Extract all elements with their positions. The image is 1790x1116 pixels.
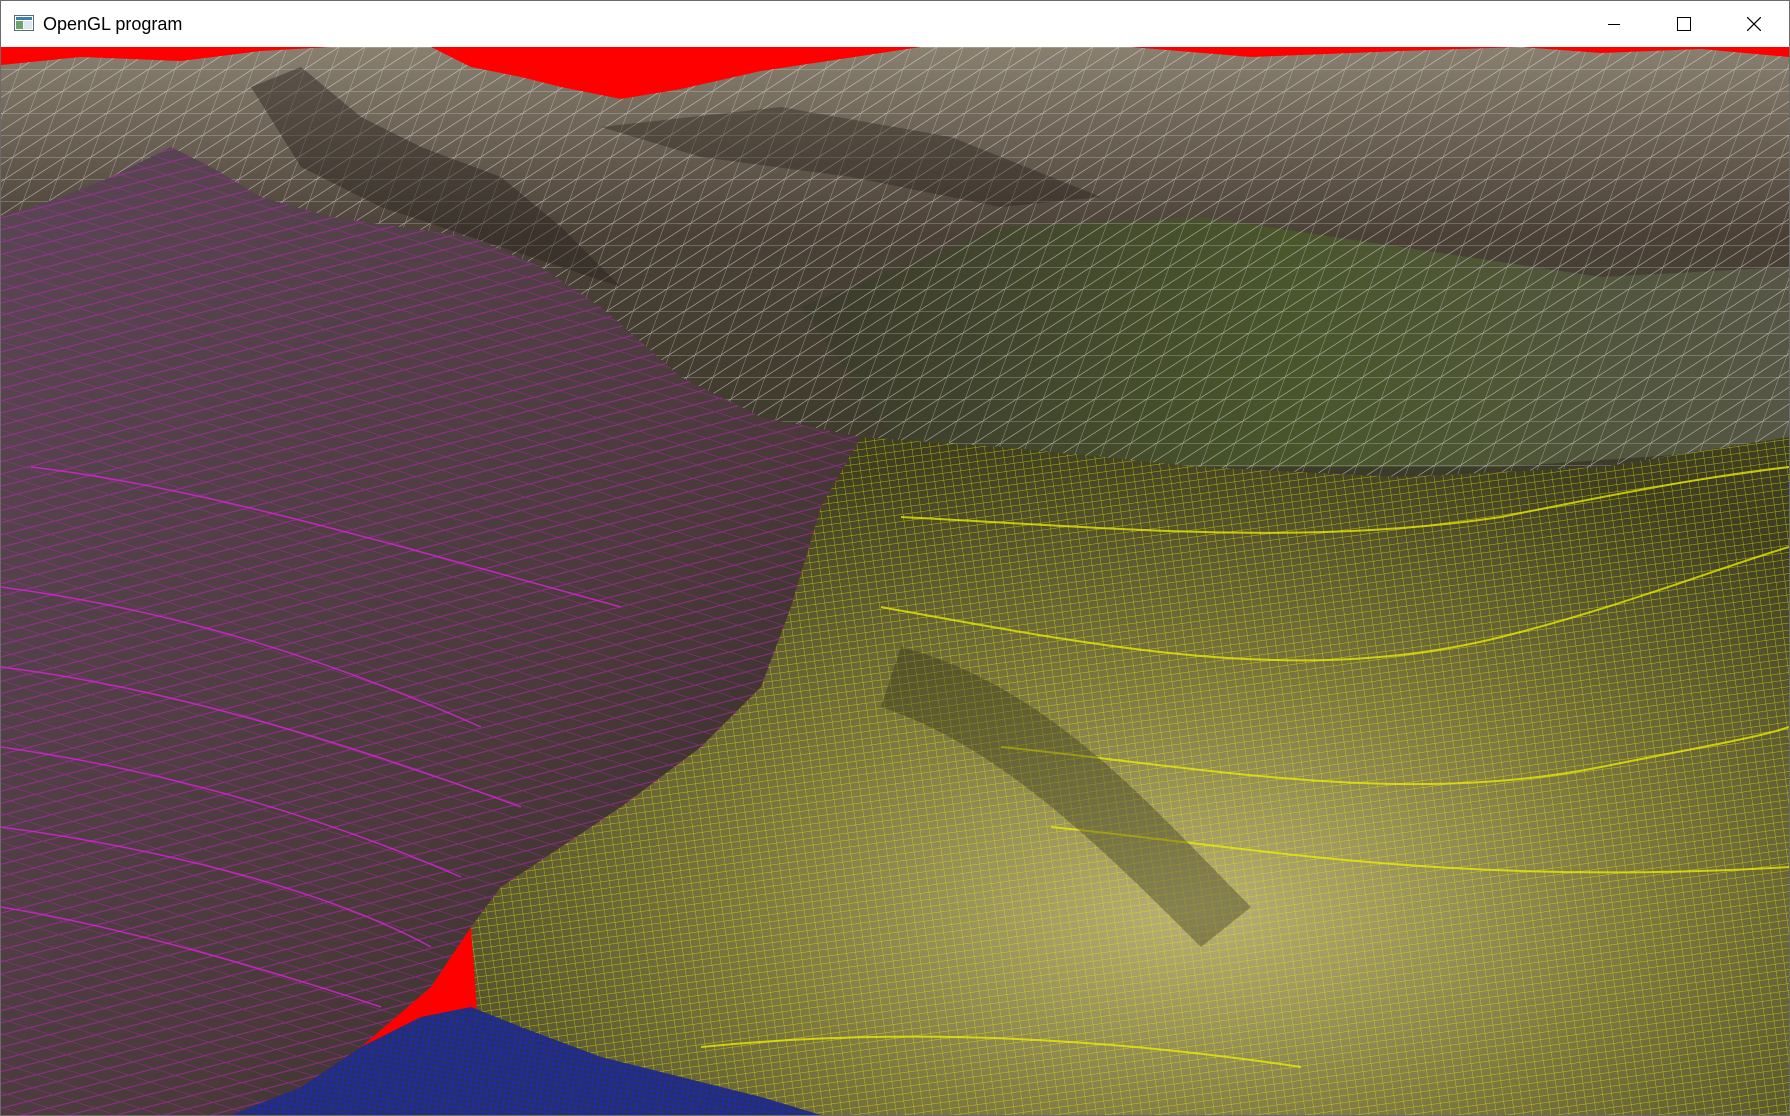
app-icon [14, 15, 34, 31]
close-icon [1747, 17, 1761, 31]
minimize-icon [1608, 24, 1620, 25]
title-bar[interactable]: OpenGL program [1, 1, 1789, 47]
terrain-render [1, 47, 1789, 1115]
maximize-button[interactable] [1649, 1, 1719, 47]
close-button[interactable] [1719, 1, 1789, 47]
window-title: OpenGL program [43, 14, 183, 34]
opengl-viewport[interactable] [1, 47, 1789, 1115]
app-window: OpenGL program [0, 0, 1790, 1116]
maximize-icon [1677, 17, 1691, 31]
minimize-button[interactable] [1579, 1, 1649, 47]
